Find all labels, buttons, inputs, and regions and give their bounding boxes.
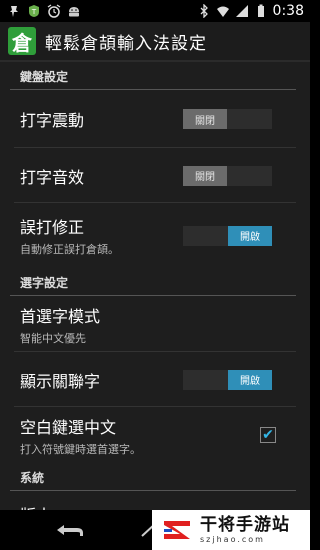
section-header-system: 系統 [0,463,310,491]
bluetooth-icon [200,4,208,18]
pref-autocorrect-summary: 自動修正誤打倉頡。 [20,243,119,256]
battery-icon [257,4,264,17]
wifi-icon [216,6,229,17]
pref-text: 版本 [20,502,272,511]
pref-first-mode[interactable]: 首選字模式 智能中文優先 [0,296,310,352]
watermark-text: 干将手游站 szjhao.com [200,515,290,545]
pref-vibrate[interactable]: 打字震動 關閉 [0,90,310,148]
pref-space-select-summary: 打入符號鍵時選首選字。 [20,442,141,456]
space-select-checkbox[interactable]: ✔ [260,427,276,443]
pref-version-title: 版本 [20,502,272,511]
section-header-keyboard: 鍵盤設定 [0,62,310,90]
toggle-state-label: 開啟 [228,369,272,390]
status-bar-system: 0:38 [197,3,310,19]
action-bar: 倉 輕鬆倉頡輸入法設定 [0,22,310,62]
pref-first-mode-summary: 智能中文優先 [20,331,86,345]
pref-first-mode-title: 首選字模式 [20,306,101,326]
pref-text: 空白鍵選中文 打入符號鍵時選首選字。 [20,414,260,457]
toggle-state-label: 關閉 [183,165,227,186]
settings-list: 鍵盤設定 打字震動 關閉 打字音效 關閉 誤打修正 自動修正誤打倉頡。 開啟 選… [0,62,310,510]
pref-autocorrect[interactable]: 誤打修正 自動修正誤打倉頡。 開啟 [0,203,310,268]
pref-version[interactable]: 版本 [0,491,310,511]
back-icon[interactable] [55,522,85,538]
autocorrect-toggle[interactable]: 開啟 [183,225,272,246]
android-icon [69,7,79,17]
pref-related[interactable]: 顯示關聯字 開啟 [0,352,310,407]
status-time: 0:38 [272,3,304,19]
page-title: 輕鬆倉頡輸入法設定 [45,33,207,54]
app-icon[interactable]: 倉 [8,27,36,55]
signal-icon [235,5,248,17]
svg-text:T: T [31,8,37,16]
pref-space-select-title: 空白鍵選中文 [20,417,117,437]
sound-toggle[interactable]: 關閉 [183,165,272,186]
status-bar: T 0:38 [0,0,310,22]
related-toggle[interactable]: 開啟 [183,369,272,390]
pref-text: 打字音效 [20,164,183,188]
pref-text: 誤打修正 自動修正誤打倉頡。 [20,214,183,257]
toggle-state-label: 關閉 [183,109,227,129]
pin-icon [10,6,18,17]
pref-space-select[interactable]: 空白鍵選中文 打入符號鍵時選首選字。 ✔ [0,407,310,463]
pref-text: 首選字模式 智能中文優先 [20,303,272,346]
pref-related-title: 顯示關聯字 [20,371,101,391]
vibrate-toggle[interactable]: 關閉 [183,109,272,129]
pref-sound[interactable]: 打字音效 關閉 [0,148,310,203]
watermark-domain: szjhao.com [200,535,265,544]
pref-sound-title: 打字音效 [20,167,85,187]
pref-vibrate-title: 打字震動 [20,111,85,130]
watermark-logo-icon [164,521,190,539]
pref-text: 打字震動 [20,107,183,131]
watermark: 干将手游站 szjhao.com [152,510,310,550]
alarm-icon [47,4,61,18]
toggle-state-label: 開啟 [228,225,272,246]
pref-text: 顯示關聯字 [20,368,183,392]
status-bar-notifications: T [0,4,81,18]
pref-autocorrect-title: 誤打修正 [20,218,85,237]
watermark-name: 干将手游站 [200,515,290,535]
section-header-select: 選字設定 [0,268,310,296]
app-notification-icon: T [29,5,39,17]
